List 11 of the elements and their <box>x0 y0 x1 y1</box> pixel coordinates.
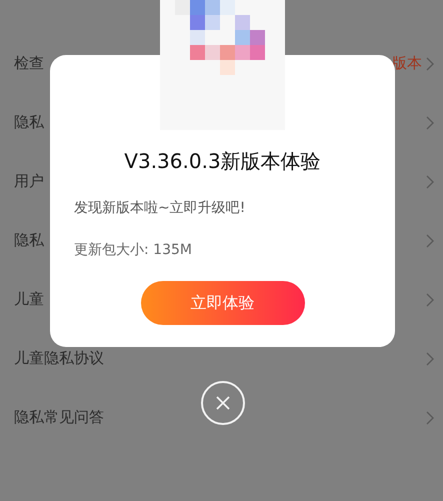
settings-value: 版本 <box>392 54 422 73</box>
package-size: 更新包大小: 135M <box>74 241 193 259</box>
settings-label: 隐私 <box>14 231 44 250</box>
settings-label: 隐私常见问答 <box>14 408 104 427</box>
settings-label: 检查 <box>14 54 44 73</box>
settings-label: 儿童隐私协议 <box>14 349 104 368</box>
settings-label: 隐私 <box>14 113 44 132</box>
dialog-title: V3.36.0.3新版本体验 <box>123 148 322 175</box>
settings-label: 用户 <box>14 172 44 191</box>
dialog-message: 发现新版本啦~立即升级吧! <box>74 199 246 217</box>
settings-label: 儿童 <box>14 290 44 309</box>
